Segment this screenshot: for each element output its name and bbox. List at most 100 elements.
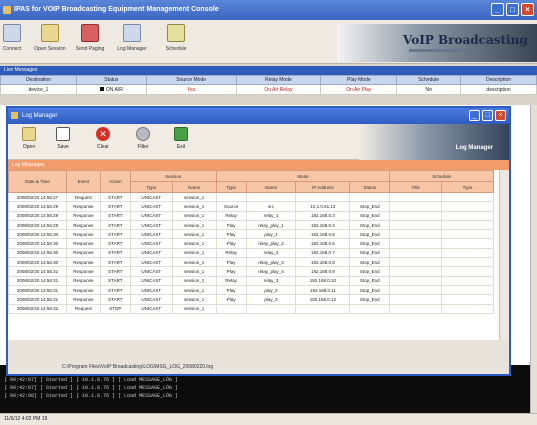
filter-log-button[interactable]: Filter (128, 127, 158, 150)
table-row[interactable]: 2008/02/20 14:56:29 Response START UNICAST s… (8, 201, 494, 212)
live-messages-table: Destination Status Source Mode Relay Mod… (0, 75, 537, 95)
table-cell: session_1 (171, 266, 217, 277)
send-paging-button[interactable]: Send Paging (68, 24, 112, 52)
column-header[interactable]: Event (65, 170, 101, 193)
column-header[interactable]: IP Address (295, 181, 351, 193)
filter-log-label: Filter (137, 144, 149, 150)
column-header[interactable]: Action (99, 170, 131, 193)
table-cell: Stop_End (349, 266, 391, 277)
column-header[interactable]: Source Mode (145, 75, 237, 85)
table-cell: START (99, 257, 131, 268)
table-cell: Response (65, 257, 101, 268)
table-cell: Response (65, 219, 101, 231)
log-manager-button[interactable]: Log Manager (110, 24, 154, 52)
app-icon (3, 6, 11, 14)
column-header[interactable]: Type (215, 181, 247, 193)
connect-icon (3, 24, 21, 42)
column-header[interactable]: Destination (0, 75, 77, 85)
table-cell: UNICAST (129, 284, 173, 296)
schedule-button[interactable]: Schedule (154, 24, 198, 52)
table-cell: START (99, 201, 131, 212)
open-session-button[interactable]: Open Session (28, 24, 72, 52)
dialog-minimize-button[interactable]: _ (469, 110, 480, 121)
column-header[interactable]: Date & Time (8, 170, 67, 193)
table-cell: Stop_End (349, 219, 391, 231)
table-cell: UNICAST (129, 238, 173, 249)
dialog-controls: _ □ × (469, 110, 506, 121)
column-header[interactable]: Type (441, 181, 494, 193)
column-header[interactable]: Schedule (396, 75, 462, 85)
table-cell: 2008/02/20 14:56:30 (8, 257, 67, 268)
column-header[interactable]: Description (460, 75, 537, 85)
table-cell: UNICAST (129, 219, 173, 231)
table-cell: Response (65, 238, 101, 249)
log-manager-dialog: Log Manager _ □ × Open Save ✕ Clear Filt… (6, 106, 511, 376)
table-cell: Play (215, 257, 247, 268)
table-cell: Relay (215, 275, 247, 286)
table-row[interactable]: 2008/02/20 14:56:32 Request STOP UNICAST ses… (8, 303, 494, 314)
column-header[interactable]: Name (171, 181, 217, 193)
table-cell: No (396, 84, 462, 95)
table-cell: UNICAST (129, 191, 173, 203)
table-row[interactable]: 2008/02/20 14:56:29 Response START UNICAST s… (8, 210, 494, 221)
column-header[interactable]: Name (245, 181, 297, 193)
table-cell: Stop_End (349, 275, 391, 286)
column-header[interactable]: Relay Mode (235, 75, 322, 85)
table-cell (441, 284, 494, 296)
minimize-button[interactable]: _ (491, 3, 504, 16)
table-cell: session_1 (171, 247, 217, 259)
table-cell (389, 275, 443, 286)
table-row[interactable]: 2008/02/20 14:56:27 Request START UNICAST se… (8, 191, 494, 203)
table-cell: 2008/02/20 14:56:29 (8, 201, 67, 212)
table-row[interactable]: 2008/02/20 14:56:29 Response START UNICAST s… (8, 219, 494, 231)
table-cell: Request (65, 191, 101, 203)
brand-underline (409, 49, 465, 52)
table-cell: Stop_End (349, 294, 391, 305)
table-cell: START (99, 219, 131, 231)
table-row[interactable]: 2008/02/20 14:56:31 Response START UNICAST s… (8, 294, 494, 305)
table-row[interactable]: 2008/02/20 14:56:31 Response START UNICAST s… (8, 275, 494, 286)
column-header[interactable]: Type (129, 181, 173, 193)
table-cell: 2008/02/20 14:56:27 (8, 191, 67, 203)
table-cell: Stop_End (349, 257, 391, 268)
table-cell: 2008/02/20 14:56:31 (8, 284, 67, 296)
table-cell (389, 257, 443, 268)
log-file-path: C:\Program Files\VoIP Broadcasting\LOG\M… (62, 364, 214, 370)
close-button[interactable]: × (521, 3, 534, 16)
table-row[interactable]: 2008/02/20 14:56:30 Response START UNICAST s… (8, 257, 494, 268)
table-cell: device_1 (0, 84, 77, 95)
column-header[interactable]: Title (389, 181, 443, 193)
maximize-button[interactable]: □ (506, 3, 519, 16)
table-row[interactable]: device_1 ON AIR Yes On Air Relay On Air … (0, 84, 537, 95)
table-row[interactable]: 2008/02/20 14:56:30 Response START UNICAST s… (8, 238, 494, 249)
console-line: [ 09:42:07] [ Started ] [ 10.1.0.76 ] [ … (4, 385, 179, 391)
table-cell (441, 191, 494, 203)
clear-log-button[interactable]: ✕ Clear (88, 127, 118, 150)
table-row[interactable]: 2008/02/20 14:56:31 Response START UNICAST s… (8, 266, 494, 277)
main-scrollbar[interactable] (530, 105, 537, 413)
column-header[interactable]: Status (349, 181, 391, 193)
table-cell: 2008/02/20 14:56:31 (8, 266, 67, 277)
log-table-container: Date & Time Event Action Session Mode Sc… (8, 170, 509, 340)
dialog-maximize-button[interactable]: □ (482, 110, 493, 121)
open-log-button[interactable]: Open (14, 127, 44, 150)
status-bar: 11/6/12 4:02 PM 19 (0, 413, 537, 425)
filter-icon (136, 127, 150, 141)
table-cell: START (99, 238, 131, 249)
table-cell: UNICAST (129, 266, 173, 277)
column-header[interactable]: Play Mode (320, 75, 398, 85)
table-cell: UNICAST (129, 247, 173, 259)
table-row[interactable]: 2008/02/20 14:56:30 Response START UNICAST s… (8, 229, 494, 240)
table-row[interactable]: 2008/02/20 14:56:30 Response START UNICAST s… (8, 247, 494, 259)
table-cell: 192.168.0.4 (295, 219, 351, 231)
save-log-button[interactable]: Save (48, 127, 78, 150)
table-cell: session_1 (171, 294, 217, 305)
table-row[interactable]: 2008/02/20 14:56:31 Response START UNICAST s… (8, 284, 494, 296)
log-scrollbar[interactable] (499, 170, 509, 340)
dialog-close-button[interactable]: × (495, 110, 506, 121)
exit-dialog-button[interactable]: Exit (166, 127, 196, 150)
log-messages-header: Log Messages (8, 160, 509, 170)
table-cell (389, 303, 443, 314)
folder-open-icon (22, 127, 36, 141)
column-header[interactable]: Status (75, 75, 147, 85)
